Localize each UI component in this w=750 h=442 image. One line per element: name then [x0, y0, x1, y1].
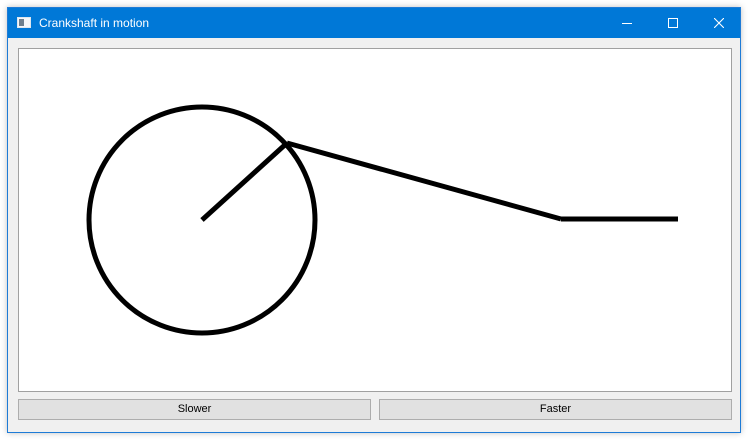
maximize-button[interactable]: [650, 8, 696, 38]
close-icon: [714, 18, 724, 28]
minimize-button[interactable]: [604, 8, 650, 38]
maximize-icon: [668, 18, 678, 28]
connecting-rod: [286, 140, 562, 222]
slower-button[interactable]: Slower: [18, 399, 371, 420]
faster-button[interactable]: Faster: [379, 399, 732, 420]
window-title: Crankshaft in motion: [39, 16, 150, 30]
app-icon: [17, 17, 31, 28]
close-button[interactable]: [696, 8, 742, 38]
title-bar[interactable]: Crankshaft in motion: [8, 8, 740, 38]
crank-arm: [200, 141, 289, 222]
crankshaft-drawing: [86, 104, 678, 336]
minimize-icon: [622, 23, 632, 24]
drawing-canvas: [18, 48, 732, 392]
app-window: Crankshaft in motion Slower Faster: [7, 7, 741, 433]
